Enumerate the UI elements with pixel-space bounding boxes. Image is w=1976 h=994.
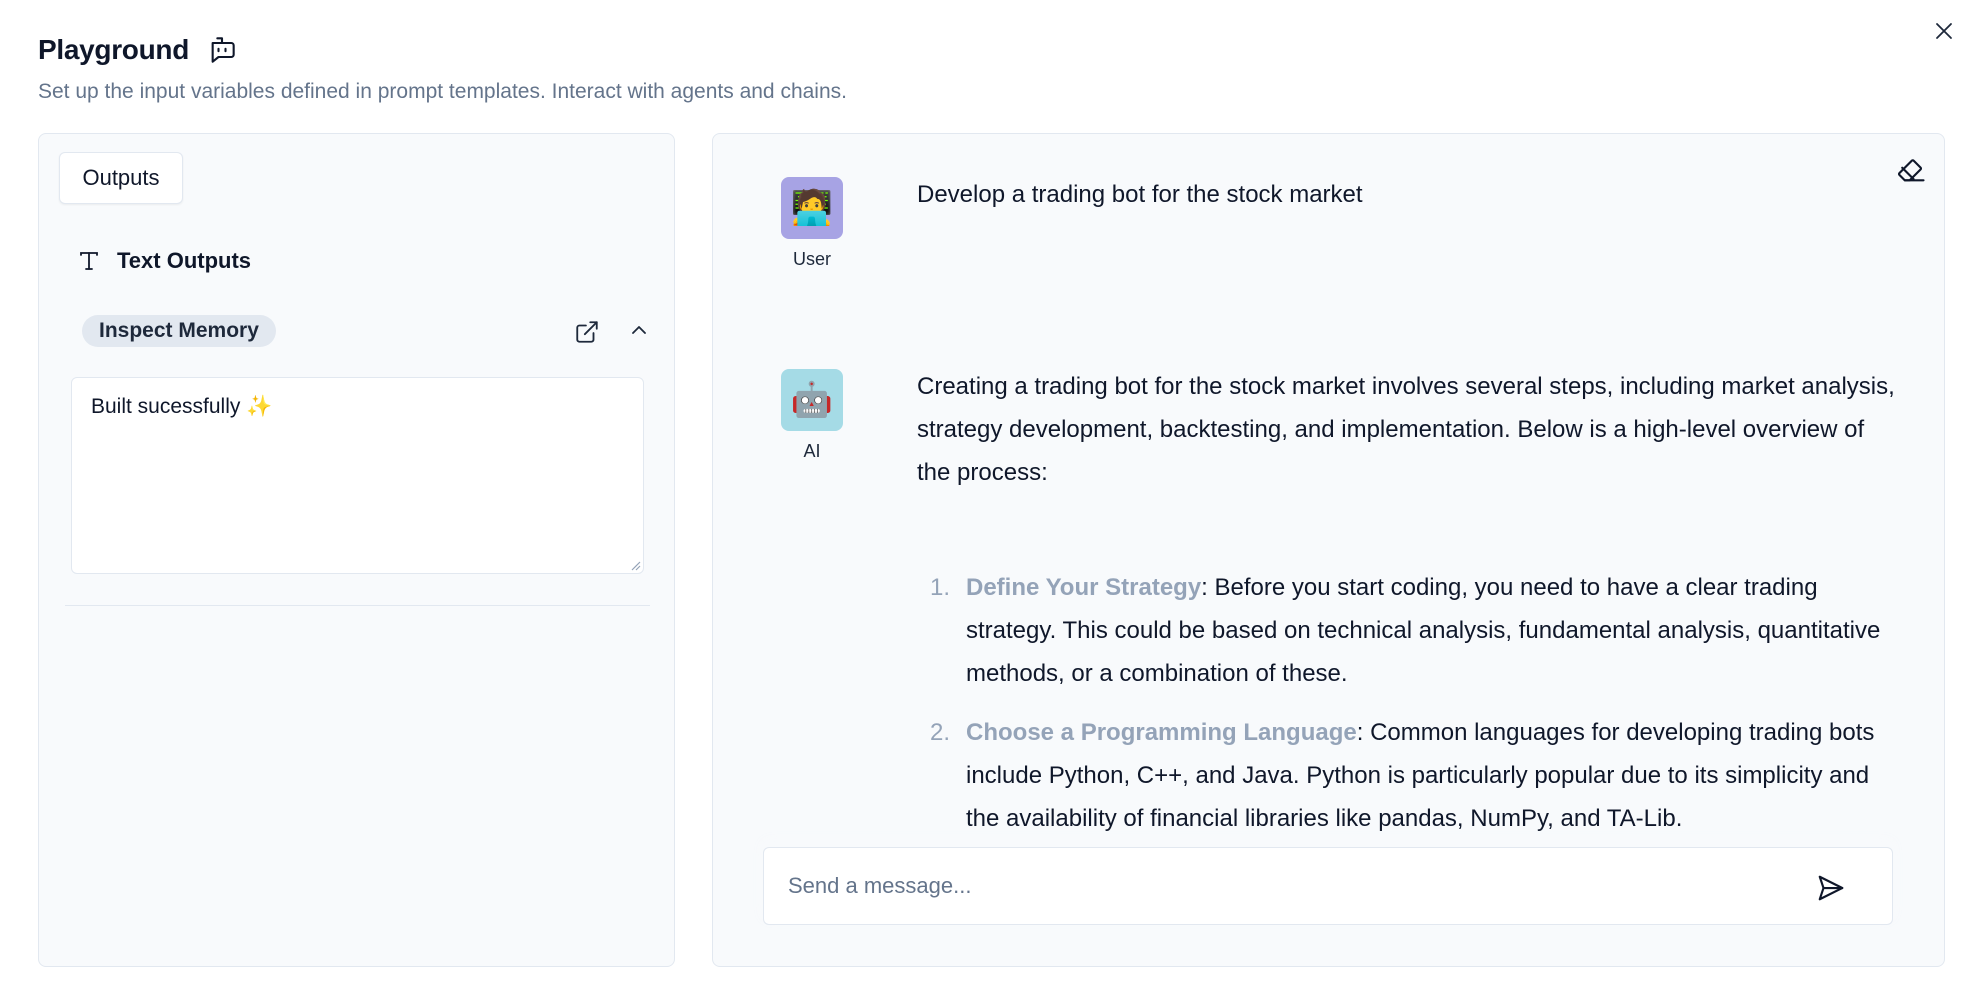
- avatar-label: User: [792, 249, 831, 269]
- message-text: Develop a trading bot for the stock mark…: [917, 181, 1363, 208]
- resize-handle[interactable]: [629, 559, 641, 571]
- bot-message-icon: [207, 35, 237, 65]
- avatar: 🤖: [781, 369, 843, 431]
- chevron-up-icon[interactable]: [627, 318, 651, 342]
- list-item-title: Choose a Programming Language: [966, 719, 1357, 746]
- send-icon[interactable]: [1816, 873, 1846, 903]
- divider: [65, 605, 650, 606]
- avatar: 🧑‍💻: [781, 177, 843, 239]
- list-item: 2. Choose a Programming Language: Common…: [917, 711, 1897, 840]
- list-number: 2.: [930, 719, 951, 746]
- text-outputs-header: Text Outputs: [77, 248, 251, 274]
- list-number: 1.: [930, 574, 951, 601]
- message-list: 1. Define Your Strategy: Before you star…: [917, 566, 1897, 840]
- inspect-memory-badge: Inspect Memory: [82, 315, 276, 347]
- message-text: Creating a trading bot for the stock mar…: [917, 373, 1895, 486]
- output-value: Built sucessfully ✨: [91, 395, 273, 418]
- text-outputs-label: Text Outputs: [117, 248, 252, 273]
- eraser-icon[interactable]: [1896, 154, 1928, 186]
- message-input[interactable]: [788, 848, 1788, 924]
- dialog-header: Playground: [38, 30, 237, 70]
- chat-panel: 🧑‍💻 User Develop a trading bot for the s…: [712, 133, 1945, 967]
- page-title: Playground: [38, 34, 190, 65]
- page-subtitle: Set up the input variables defined in pr…: [38, 80, 847, 103]
- chat-message-user: 🧑‍💻 User Develop a trading bot for the s…: [781, 177, 1881, 287]
- message-composer: [763, 847, 1893, 925]
- outputs-panel: Outputs Text Outputs Inspect Memory Buil…: [38, 133, 675, 967]
- avatar-label: AI: [803, 441, 821, 461]
- message-body: Creating a trading bot for the stock mar…: [917, 365, 1897, 856]
- list-item-title: Define Your Strategy: [966, 574, 1202, 601]
- text-type-icon: [77, 249, 101, 273]
- output-textarea[interactable]: Built sucessfully ✨: [71, 377, 644, 574]
- close-icon[interactable]: [1932, 19, 1956, 43]
- external-link-icon[interactable]: [574, 319, 600, 345]
- tab-outputs[interactable]: Outputs: [59, 152, 183, 204]
- list-item: 1. Define Your Strategy: Before you star…: [917, 566, 1897, 695]
